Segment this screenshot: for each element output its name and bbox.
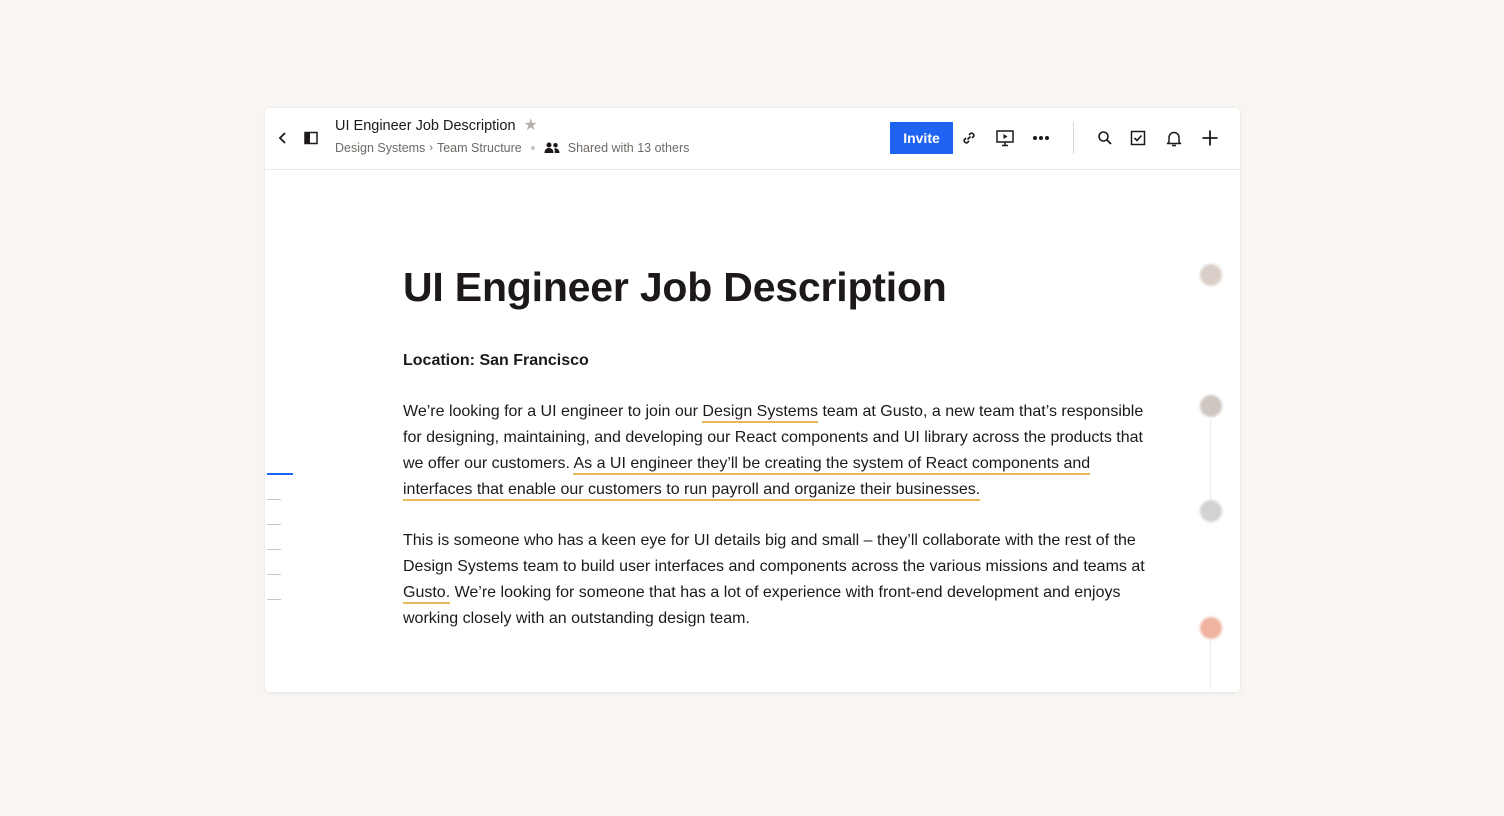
sidebar-toggle-icon[interactable]: [297, 124, 325, 152]
comment-highlight[interactable]: Design Systems: [702, 403, 819, 423]
invite-button[interactable]: Invite: [890, 122, 953, 154]
doc-title[interactable]: UI Engineer Job Description: [335, 118, 516, 134]
checkbox-icon[interactable]: [1124, 124, 1152, 152]
document-window: UI Engineer Job Description ★ Design Sys…: [265, 108, 1240, 692]
search-icon[interactable]: [1091, 124, 1119, 152]
avatar[interactable]: [1200, 264, 1222, 286]
chevron-left-icon[interactable]: [269, 124, 297, 152]
avatar[interactable]: [1200, 500, 1222, 522]
comment-rail: [1210, 640, 1211, 690]
document-outline: [267, 473, 293, 624]
avatar[interactable]: [1200, 395, 1222, 417]
star-icon[interactable]: ★: [524, 118, 538, 134]
outline-item[interactable]: [267, 549, 281, 550]
breadcrumb-design-systems[interactable]: Design Systems: [335, 141, 425, 155]
toolbar-divider: [1073, 122, 1074, 154]
outline-item[interactable]: [267, 499, 281, 500]
p2-text-a: This is someone who has a keen eye for U…: [403, 532, 1145, 575]
breadcrumb-separator-icon: ›: [429, 142, 433, 154]
top-bar: UI Engineer Job Description ★ Design Sys…: [265, 108, 1240, 170]
breadcrumb: Design Systems › Team Structure Shared w…: [335, 141, 689, 155]
avatar[interactable]: [1200, 617, 1222, 639]
outline-item[interactable]: [267, 473, 293, 475]
paragraph-2: This is someone who has a keen eye for U…: [403, 528, 1148, 632]
breadcrumb-team-structure[interactable]: Team Structure: [437, 141, 522, 155]
outline-item[interactable]: [267, 599, 281, 600]
paragraph-1: We’re looking for a UI engineer to join …: [403, 399, 1148, 503]
document-title: UI Engineer Job Description: [403, 264, 947, 310]
link-icon[interactable]: [955, 124, 983, 152]
outline-item[interactable]: [267, 524, 281, 525]
plus-icon[interactable]: [1196, 124, 1224, 152]
present-icon[interactable]: [991, 124, 1019, 152]
comment-highlight[interactable]: Gusto.: [403, 584, 451, 604]
shared-with-link[interactable]: Shared with 13 others: [568, 141, 690, 155]
location-line: Location: San Francisco: [403, 352, 589, 369]
p1-text-a: We’re looking for a UI engineer to join …: [403, 403, 703, 420]
p2-text-c: We’re looking for someone that has a lot…: [403, 584, 1121, 627]
people-icon: [544, 142, 560, 154]
outline-item[interactable]: [267, 574, 281, 575]
comment-rail: [1210, 420, 1211, 505]
document-body[interactable]: UI Engineer Job Description Location: Sa…: [403, 258, 1148, 632]
more-icon[interactable]: [1027, 124, 1055, 152]
separator-dot: [530, 146, 535, 150]
doc-title-row: UI Engineer Job Description ★: [335, 118, 538, 135]
bell-icon[interactable]: [1160, 124, 1188, 152]
